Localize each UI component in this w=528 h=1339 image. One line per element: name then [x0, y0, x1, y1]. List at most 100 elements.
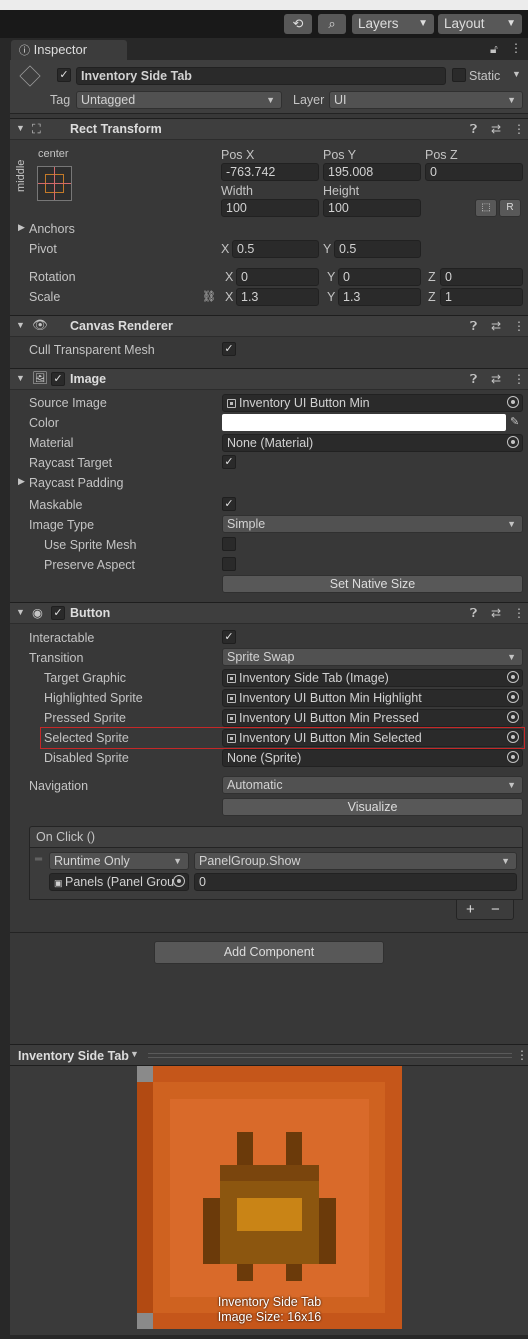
presets-icon[interactable]: ⇄ — [491, 319, 501, 333]
rotation-y-field[interactable]: 0 — [338, 268, 421, 286]
add-event-button[interactable]: + — [466, 901, 475, 918]
kebab-menu-icon[interactable]: ⋮ — [513, 319, 525, 333]
function-dropdown[interactable]: PanelGroup.Show ▼ — [194, 852, 517, 870]
static-checkbox[interactable] — [452, 68, 466, 82]
chevron-down-icon[interactable]: ▼ — [130, 1049, 139, 1059]
help-icon[interactable]: ❓︎ — [470, 372, 477, 387]
kebab-menu-icon[interactable]: ⋮ — [516, 1048, 528, 1062]
layout-dropdown[interactable]: Layout ▼ — [438, 14, 522, 34]
set-native-size-button[interactable]: Set Native Size — [222, 575, 523, 593]
event-argument-field[interactable]: 0 — [194, 873, 517, 891]
blueprint-mode-button[interactable]: ⬚ — [475, 199, 497, 217]
rect-transform-header[interactable]: ▼ ⛶ Rect Transform ❓︎ ⇄ ⋮ — [10, 118, 528, 140]
object-name-field[interactable]: Inventory Side Tab — [76, 67, 446, 85]
object-picker-icon[interactable] — [173, 875, 185, 887]
navigation-dropdown[interactable]: Automatic ▼ — [222, 776, 523, 794]
target-graphic-field[interactable]: Inventory Side Tab (Image) — [222, 669, 523, 687]
disabled-sprite-field[interactable]: None (Sprite) — [222, 749, 523, 767]
image-component-icon: 🖼︎ — [32, 371, 48, 385]
object-picker-icon[interactable] — [507, 731, 519, 743]
active-checkbox[interactable]: ✓ — [57, 68, 71, 82]
width-field[interactable]: 100 — [221, 199, 319, 217]
help-icon[interactable]: ❓︎ — [470, 319, 477, 334]
transition-dropdown[interactable]: Sprite Swap ▼ — [222, 648, 523, 666]
presets-icon[interactable]: ⇄ — [491, 122, 501, 136]
scale-z-field[interactable]: 1 — [440, 288, 523, 306]
lock-icon[interactable]: 🔓︎ — [490, 42, 498, 57]
preview-title[interactable]: Inventory Side Tab — [18, 1049, 129, 1063]
constrain-proportions-icon[interactable]: ⛓ — [202, 290, 216, 303]
main-toolbar: ⟲ ⌕ Layers ▼ Layout ▼ — [0, 10, 528, 38]
runtime-dropdown[interactable]: Runtime Only ▼ — [49, 852, 189, 870]
add-component-button[interactable]: Add Component — [154, 941, 384, 964]
component-title: Canvas Renderer — [70, 319, 173, 333]
pos-y-field[interactable]: 195.008 — [323, 163, 421, 181]
scale-y-field[interactable]: 1.3 — [338, 288, 421, 306]
presets-icon[interactable]: ⇄ — [491, 606, 501, 620]
highlighted-sprite-field[interactable]: Inventory UI Button Min Highlight — [222, 689, 523, 707]
kebab-menu-icon[interactable]: ⋮ — [510, 41, 522, 55]
expand-arrow-icon[interactable]: ▶ — [18, 222, 25, 233]
object-picker-icon[interactable] — [507, 436, 519, 448]
event-target-field[interactable]: ▣ Panels (Panel Grou — [49, 873, 189, 891]
object-picker-icon[interactable] — [507, 691, 519, 703]
anchor-presets-button[interactable] — [37, 166, 72, 201]
raycast-target-checkbox[interactable]: ✓ — [222, 455, 236, 469]
height-field[interactable]: 100 — [323, 199, 421, 217]
source-image-field[interactable]: Inventory UI Button Min — [222, 394, 523, 412]
use-sprite-mesh-checkbox[interactable] — [222, 537, 236, 551]
layer-dropdown[interactable]: UI ▼ — [329, 91, 523, 109]
raw-edit-button[interactable]: R — [499, 199, 521, 217]
preserve-aspect-checkbox[interactable] — [222, 557, 236, 571]
object-picker-icon[interactable] — [507, 711, 519, 723]
rotation-x-field[interactable]: 0 — [236, 268, 319, 286]
anchors-label[interactable]: Anchors — [29, 222, 75, 236]
preview-caption-size: Image Size: 16x16 — [217, 1310, 322, 1324]
material-value: None (Material) — [227, 436, 314, 450]
presets-icon[interactable]: ⇄ — [491, 372, 501, 386]
tab-inspector[interactable]: ⓘ Inspector — [11, 40, 127, 60]
expand-arrow-icon[interactable]: ▶ — [18, 476, 25, 487]
pressed-sprite-field[interactable]: Inventory UI Button Min Pressed — [222, 709, 523, 727]
interactable-checkbox[interactable]: ✓ — [222, 630, 236, 644]
maskable-checkbox[interactable]: ✓ — [222, 497, 236, 511]
remove-event-button[interactable]: − — [491, 901, 500, 918]
pivot-x-field[interactable]: 0.5 — [232, 240, 319, 258]
kebab-menu-icon[interactable]: ⋮ — [513, 372, 525, 386]
color-swatch[interactable] — [222, 414, 506, 431]
object-picker-icon[interactable] — [507, 396, 519, 408]
pivot-y-field[interactable]: 0.5 — [334, 240, 421, 258]
object-picker-icon[interactable] — [507, 671, 519, 683]
image-enabled-checkbox[interactable]: ✓ — [51, 372, 65, 386]
history-icon[interactable]: ⟲ — [284, 14, 312, 34]
raycast-padding-label[interactable]: Raycast Padding — [29, 476, 124, 490]
button-enabled-checkbox[interactable]: ✓ — [51, 606, 65, 620]
rotation-z-field[interactable]: 0 — [440, 268, 523, 286]
canvas-renderer-header[interactable]: ▼ 👁︎ Canvas Renderer ❓︎ ⇄ ⋮ — [10, 315, 528, 337]
image-type-dropdown[interactable]: Simple ▼ — [222, 515, 523, 533]
layers-dropdown[interactable]: Layers ▼ — [352, 14, 434, 34]
scale-x-field[interactable]: 1.3 — [236, 288, 319, 306]
eyedropper-icon[interactable]: ✎ — [510, 415, 519, 428]
search-icon[interactable]: ⌕ — [318, 14, 346, 34]
image-header[interactable]: ▼ 🖼︎ ✓ Image ❓︎ ⇄ ⋮ — [10, 368, 528, 390]
help-icon[interactable]: ❓︎ — [470, 606, 477, 621]
x-label: X — [225, 270, 234, 284]
button-header[interactable]: ▼ ◉ ✓ Button ❓︎ ⇄ ⋮ — [10, 602, 528, 624]
kebab-menu-icon[interactable]: ⋮ — [513, 606, 525, 620]
drag-handle-icon[interactable]: ═ — [35, 854, 42, 865]
help-icon[interactable]: ❓︎ — [470, 122, 477, 137]
material-field[interactable]: None (Material) — [222, 434, 523, 452]
cull-transparent-mesh-checkbox[interactable]: ✓ — [222, 342, 236, 356]
selected-sprite-field[interactable]: Inventory UI Button Min Selected — [222, 729, 523, 747]
resize-handle[interactable] — [148, 1053, 512, 1058]
pos-x-field[interactable]: -763.742 — [221, 163, 319, 181]
chevron-down-icon[interactable]: ▼ — [512, 69, 521, 79]
anchor-v-label: middle — [15, 159, 27, 192]
kebab-menu-icon[interactable]: ⋮ — [513, 122, 525, 136]
visualize-button[interactable]: Visualize — [222, 798, 523, 816]
pos-z-field[interactable]: 0 — [425, 163, 523, 181]
tag-dropdown[interactable]: Untagged ▼ — [76, 91, 282, 109]
object-picker-icon[interactable] — [507, 751, 519, 763]
sprite-edge — [137, 1066, 153, 1329]
